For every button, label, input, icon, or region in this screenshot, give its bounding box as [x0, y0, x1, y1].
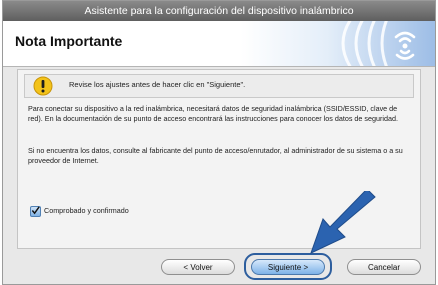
- header-banner: Nota Importante: [3, 21, 435, 67]
- notice-bar: Revise los ajustes antes de hacer clic e…: [24, 74, 414, 98]
- page-title: Nota Importante: [15, 33, 123, 49]
- cancel-button[interactable]: Cancelar: [347, 259, 421, 275]
- help-info-paragraph: Si no encuentra los datos, consulte al f…: [28, 146, 403, 165]
- wifi-icon: [341, 21, 416, 66]
- back-button[interactable]: < Volver: [161, 259, 235, 275]
- pointer-arrow-icon: [310, 191, 376, 254]
- setup-wizard-window: Asistente para la configuración del disp…: [2, 0, 436, 285]
- checkmark-icon: [31, 206, 40, 215]
- warning-icon: [33, 76, 53, 96]
- next-button[interactable]: Siguiente >: [251, 259, 325, 275]
- confirm-checkbox-label: Comprobado y confirmado: [44, 206, 129, 215]
- notice-text: Revise los ajustes antes de hacer clic e…: [69, 80, 246, 89]
- window-title: Asistente para la configuración del disp…: [3, 1, 435, 21]
- security-info-paragraph: Para conectar su dispositivo a la red in…: [28, 104, 398, 123]
